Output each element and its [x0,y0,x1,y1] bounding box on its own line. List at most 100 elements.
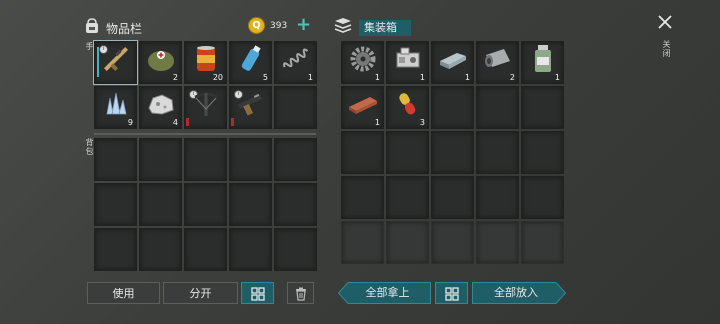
add-coins-button[interactable]: + [296,14,311,35]
backpack-slot[interactable] [274,228,317,271]
medicine-jar-icon [532,43,554,79]
container-slot[interactable] [476,176,519,219]
wood-plank-icon [346,92,380,120]
engine-part-icon [393,45,423,77]
item-quantity: 3 [419,118,425,127]
backpack-slot[interactable] [139,228,182,271]
close-label[interactable]: 关闭 [661,40,672,58]
item-quantity: 2 [509,73,515,82]
backpack-slot[interactable] [139,138,182,181]
item-quantity: 1 [374,118,380,127]
inventory-slot[interactable] [274,86,317,129]
container-slot-locked [476,221,519,264]
item-quantity: 1 [554,73,560,82]
backpack-slot[interactable] [184,138,227,181]
container-slot[interactable]: 1 [521,41,564,84]
backpack-slot[interactable] [184,228,227,271]
item-quantity: 2 [172,73,178,82]
container-slot[interactable]: 1 [341,86,384,129]
put-all-label: 全部放入 [494,286,538,299]
close-icon[interactable] [656,13,674,31]
item-quantity: 1 [464,73,470,82]
crystal-icon [101,90,131,122]
container-slot[interactable]: 1 [386,41,429,84]
water-bottle-icon [236,43,266,79]
inventory-slot[interactable]: 9 [94,86,137,129]
take-all-button[interactable]: 全部拿上 [338,282,431,304]
pistol-icon [235,90,267,122]
metal-ingot-icon [437,47,469,75]
durability-low-bar [186,118,189,126]
inventory-slot[interactable]: i [93,40,138,85]
item-quantity: 1 [374,73,380,82]
container-slot[interactable]: 3 [386,86,429,129]
backpack-grid [94,138,317,271]
backpack-slot[interactable] [94,183,137,226]
item-quantity: 20 [212,73,223,82]
container-slot-locked [341,221,384,264]
ore-rock-icon [146,92,176,120]
backpack-slot[interactable] [274,183,317,226]
medkit-bag-icon [146,45,176,77]
grid-sort-icon [250,287,265,301]
inventory-slot[interactable]: 2 [139,41,182,84]
container-slot[interactable] [476,131,519,174]
backpack-slot[interactable] [274,138,317,181]
container-slot-locked [521,221,564,264]
backpack-slot[interactable] [94,228,137,271]
container-sort-button[interactable] [435,282,468,304]
container-slot[interactable]: 2 [476,41,519,84]
container-slot[interactable] [431,86,474,129]
container-slot[interactable] [521,176,564,219]
backpack-slot[interactable] [184,183,227,226]
container-slot[interactable] [341,131,384,174]
backpack-slot[interactable] [139,183,182,226]
coin-count: 393 [270,21,288,31]
inventory-slot[interactable]: 4 [139,86,182,129]
rifle-icon [99,42,133,80]
container-slot[interactable] [431,131,474,174]
container-slot[interactable] [386,131,429,174]
inventory-slot[interactable]: 1 [274,41,317,84]
backpack-slot[interactable] [94,138,137,181]
backpack-slot[interactable] [229,138,272,181]
hand-grid: i 2 20 5 1 9 4 i i [93,40,317,129]
container-slot[interactable] [341,176,384,219]
discard-button[interactable] [287,282,314,304]
item-quantity: 5 [262,73,268,82]
backpack-slot[interactable] [229,228,272,271]
inventory-slot[interactable]: i [184,86,227,129]
pill-capsule-icon [395,89,421,123]
container-slot[interactable] [431,176,474,219]
inventory-slot[interactable]: 5 [229,41,272,84]
container-slot[interactable] [521,86,564,129]
take-all-label: 全部拿上 [365,286,410,299]
container-slot[interactable] [521,131,564,174]
item-quantity: 1 [307,73,313,82]
item-quantity: 4 [172,118,178,127]
crossbow-icon [191,89,221,123]
inventory-slot[interactable]: 20 [184,41,227,84]
metal-sheet-roll-icon [482,45,514,77]
gear-icon [348,44,378,78]
container-box-icon [333,17,353,35]
backpack-slot[interactable] [229,183,272,226]
sort-grid-button[interactable] [241,282,274,304]
put-all-button[interactable]: 全部放入 [472,282,566,304]
backpack-icon [84,18,100,34]
trash-icon [295,287,306,301]
split-button[interactable]: 分开 [163,282,238,304]
container-slot[interactable] [476,86,519,129]
container-slot-locked [431,221,474,264]
container-grid: 1 1 1 2 1 1 3 [341,41,564,264]
section-divider [94,133,316,135]
item-quantity: 1 [419,73,425,82]
inventory-slot[interactable]: i [229,86,272,129]
grid-sort-icon [444,287,459,301]
container-title: 集装箱 [359,20,411,36]
container-slot[interactable] [386,176,429,219]
container-slot-locked [386,221,429,264]
use-button[interactable]: 使用 [87,282,160,304]
container-slot[interactable]: 1 [341,41,384,84]
container-slot[interactable]: 1 [431,41,474,84]
